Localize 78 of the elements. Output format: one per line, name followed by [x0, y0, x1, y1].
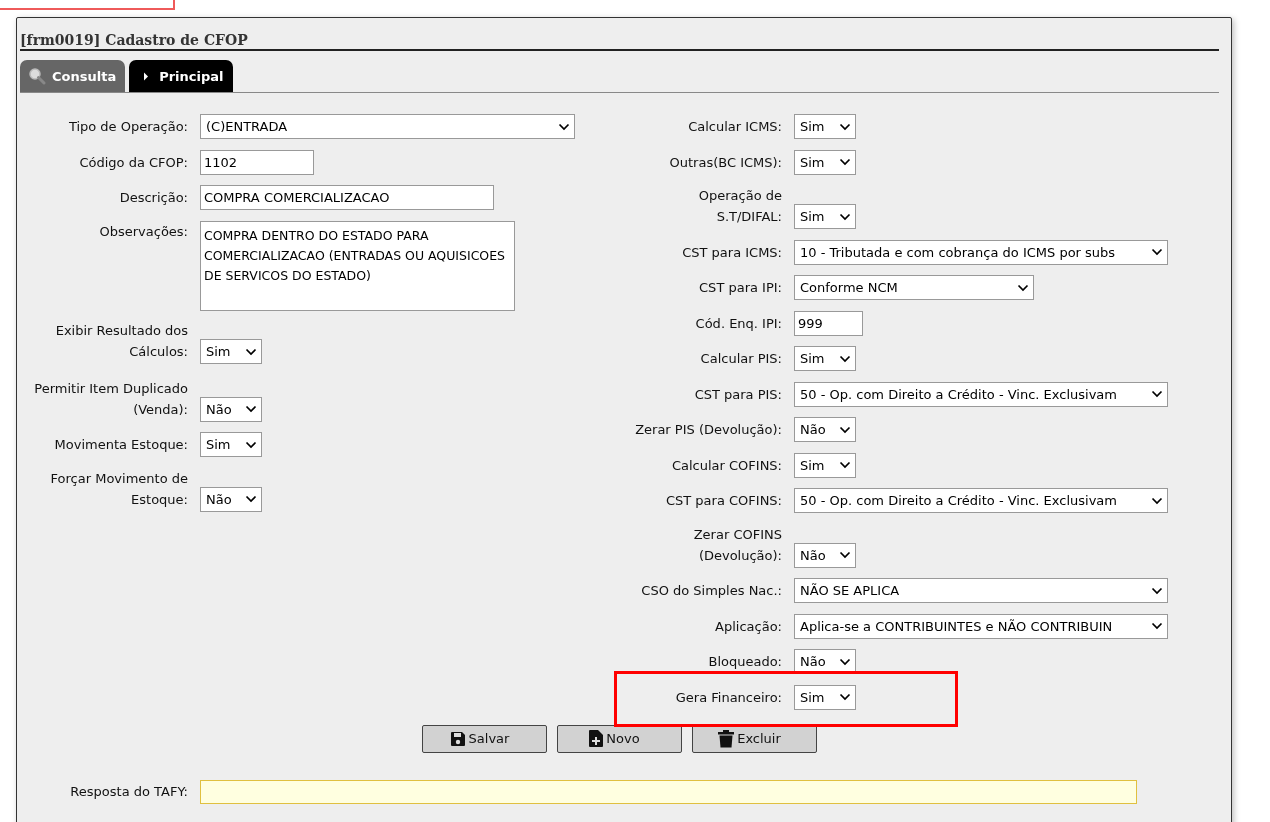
chevron-icon — [839, 158, 851, 166]
chevron-icon — [839, 122, 851, 131]
dropdown[interactable]: Sim — [794, 204, 856, 229]
chevron-icon — [1017, 283, 1029, 292]
field-label: CSO do Simples Nac.: — [640, 582, 782, 600]
field-label: CST para IPI: — [698, 279, 782, 297]
new-file-icon — [589, 730, 604, 747]
trash-icon — [718, 729, 735, 748]
field-label: Zerar PIS (Devolução): — [634, 421, 782, 439]
field-label: Calcular ICMS: — [687, 118, 782, 136]
dropdown[interactable]: Aplica-se a CONTRIBUINTES e NÃO CONTRIBUIN — [794, 613, 1168, 639]
field-label: Aplicação: — [714, 617, 782, 636]
chevron-icon — [245, 440, 257, 449]
dropdown[interactable]: Não — [200, 396, 262, 422]
input-field[interactable]: 1102 — [200, 149, 314, 175]
chevron-icon — [839, 461, 851, 469]
chevron-icon — [839, 354, 851, 363]
dropdown[interactable]: Conforme NCM — [794, 275, 1034, 300]
field-label: CST para PIS: — [693, 385, 782, 404]
chevron-icon — [839, 212, 851, 221]
field-label: Resposta do TAFY: — [69, 783, 188, 801]
chevron-icon — [245, 405, 257, 413]
tab[interactable]: Consulta — [20, 60, 126, 92]
dropdown[interactable]: Sim — [794, 452, 856, 478]
textarea-field[interactable]: COMPRA DENTRO DO ESTADO PARA COMERCIALIZACAO (ENTRADAS OU AQUISICOES DE SERVICOS DO ESTADO) — [200, 220, 515, 311]
dropdown[interactable]: Não — [200, 486, 262, 512]
field-label: Permitir Item Duplicado (Venda): — [33, 379, 188, 419]
dropdown[interactable]: NÃO SE APLICA — [794, 578, 1168, 603]
input-field[interactable]: 999 — [794, 310, 863, 336]
dropdown[interactable]: Sim — [200, 432, 262, 457]
field-label: Calcular PIS: — [699, 350, 782, 368]
chevron-icon — [245, 347, 257, 356]
save-button[interactable]: Salvar — [422, 724, 547, 753]
field-label: Descrição: — [118, 189, 188, 207]
input-field[interactable]: COMPRA COMERCIALIZACAO — [200, 185, 494, 210]
field-label: CST para ICMS: — [681, 243, 782, 262]
field-label: Cód. Enq. IPI: — [694, 314, 782, 333]
dropdown[interactable]: Sim — [200, 339, 262, 364]
form-title: [frm0019] Cadastro de CFOP — [20, 32, 1219, 51]
chevron-icon — [558, 122, 570, 131]
chevron-icon — [245, 495, 257, 503]
dropdown[interactable]: Sim — [794, 114, 856, 139]
field-label: Outras(BC ICMS): — [668, 153, 782, 172]
chevron-icon — [839, 693, 851, 701]
chevron-icon — [1151, 586, 1163, 595]
chevron-icon — [1151, 496, 1163, 505]
field-label: Calcular COFINS: — [670, 456, 782, 475]
chevron-icon — [839, 551, 851, 559]
field-label: Tipo de Operação: — [67, 118, 188, 136]
chevron-icon — [1151, 390, 1163, 398]
chevron-icon — [839, 425, 851, 434]
dropdown[interactable]: 10 - Tributada e com cobrança do ICMS por subs — [794, 239, 1168, 265]
search-icon — [28, 67, 46, 85]
dropdown[interactable]: (C)ENTRADA — [200, 114, 575, 139]
new-button[interactable]: Novo — [557, 724, 682, 753]
field-label: Operação de S.T/DIFAL: — [697, 187, 782, 226]
dropdown[interactable]: 50 - Op. com Direito a Crédito - Vinc. Exclusivam — [794, 381, 1168, 407]
field-label: Zerar COFINS (Devolução): — [692, 525, 782, 565]
tab[interactable]: Principal — [129, 60, 233, 92]
field-label: Forçar Movimento de Estoque: — [49, 469, 188, 509]
dropdown[interactable]: Sim — [794, 149, 856, 175]
dropdown[interactable]: 50 - Op. com Direito a Crédito - Vinc. Exclusivam — [794, 488, 1168, 513]
field-label: CST para COFINS: — [664, 492, 782, 510]
dropdown[interactable]: Não — [794, 417, 856, 442]
field-label: Movimenta Estoque: — [53, 436, 188, 454]
caret-icon — [143, 71, 150, 81]
field-label: Observações: — [98, 222, 188, 241]
dropdown[interactable]: Não — [794, 542, 856, 568]
chevron-icon — [839, 657, 851, 666]
field-label: Bloqueado: — [707, 653, 782, 671]
dropdown[interactable]: Sim — [794, 346, 856, 371]
field-label: Gera Financeiro: — [674, 688, 782, 707]
dropdown[interactable]: Sim — [794, 684, 856, 710]
field-label: Exibir Resultado dos Cálculos: — [54, 322, 188, 361]
response-field[interactable] — [200, 779, 1137, 804]
chevron-icon — [1151, 248, 1163, 256]
chevron-icon — [1151, 622, 1163, 630]
field-label: Código da CFOP: — [78, 153, 188, 172]
